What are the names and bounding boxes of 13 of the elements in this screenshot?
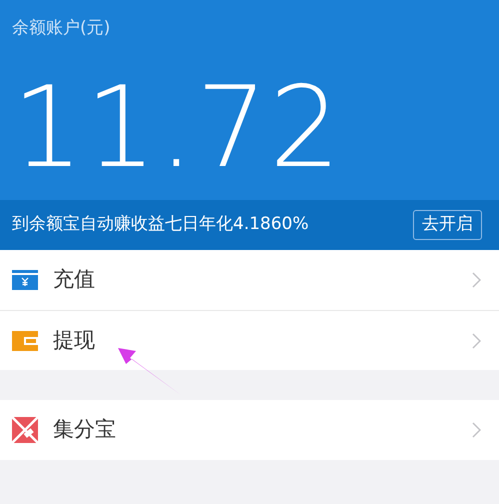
balance-label: 余额账户(元): [12, 17, 110, 40]
envelope-icon: [12, 417, 38, 443]
chevron-icon: [472, 332, 481, 348]
card-icon: [12, 270, 38, 290]
chevron-icon: [472, 422, 481, 438]
enable-button[interactable]: 去开启: [413, 210, 482, 240]
promo-text: 到余额宝自动赚收益七日年化4.1860%: [12, 213, 309, 236]
menu-label: 充值: [53, 266, 96, 294]
menu-label: 提现: [53, 326, 96, 354]
menu-label: 集分宝: [53, 416, 117, 444]
balance-amount: 11.72: [12, 72, 343, 184]
chevron-icon: [472, 272, 481, 288]
wallet-icon: [12, 330, 38, 350]
